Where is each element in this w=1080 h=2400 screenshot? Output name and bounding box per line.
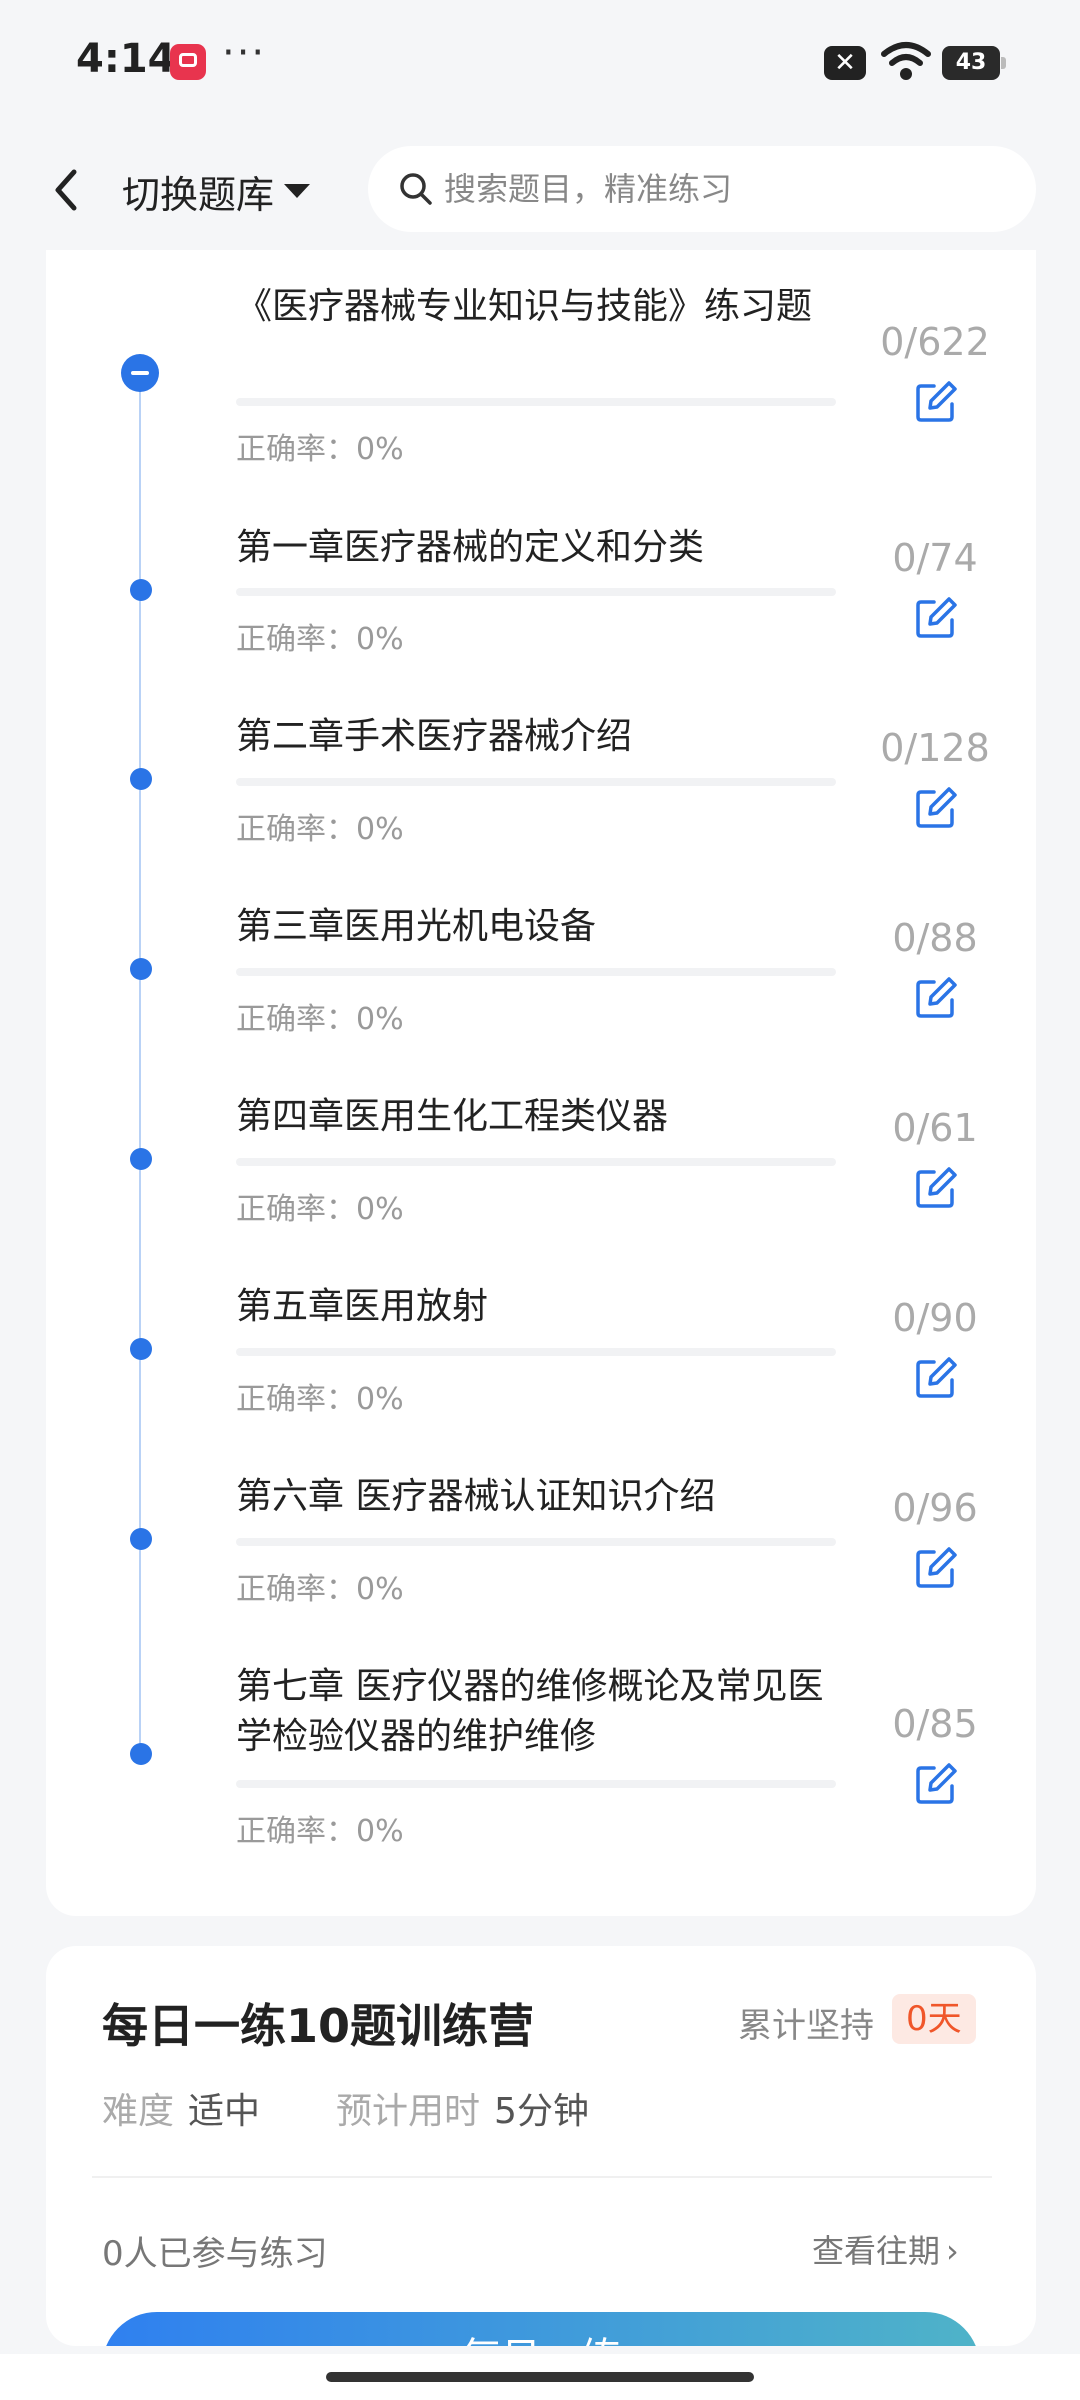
status-bar: 4:14 ··· ✕ 43 [0, 0, 1080, 130]
chapter-title: 第三章医用光机电设备 [236, 906, 597, 947]
timeline-node [130, 1338, 152, 1360]
switch-question-bank-button[interactable]: 切换题库 [122, 156, 311, 226]
streak-badge: 0天 [892, 1994, 976, 2044]
chapter-accuracy: 正确率：0% [236, 812, 404, 847]
time-label: 预计用时 [336, 2091, 481, 2132]
chapter-progress-bar [236, 1348, 836, 1356]
wifi-icon [880, 40, 932, 84]
edit-icon[interactable] [914, 976, 958, 1020]
start-daily-practice-button[interactable]: 每日一练 [102, 2312, 980, 2346]
participants-count: 0人已参与练习 [102, 2234, 328, 2274]
chapter-title: 第七章 医疗仪器的维修概论及常见医学检验仪器的维护维修 [236, 1666, 824, 1757]
time-value: 5分钟 [494, 2091, 589, 2132]
more-notifications-icon: ··· [222, 30, 267, 76]
collapse-node-icon[interactable] [121, 354, 159, 392]
chapter-count: 0/85 [892, 1702, 978, 1746]
chapter-progress-bar [236, 1780, 836, 1788]
switch-bank-label: 切换题库 [122, 172, 275, 217]
edit-icon[interactable] [914, 786, 958, 830]
chapter-count: 0/128 [880, 726, 990, 770]
chapter-accuracy: 正确率：0% [236, 1814, 404, 1849]
top-nav-bar: 切换题库 [0, 130, 1080, 250]
back-button[interactable] [40, 158, 96, 222]
search-bar[interactable] [368, 146, 1036, 232]
edit-icon[interactable] [914, 1166, 958, 1210]
timeline-node [130, 1148, 152, 1170]
edit-icon[interactable] [914, 1356, 958, 1400]
chapter-progress-bar [236, 398, 836, 406]
chapter-count: 0/61 [892, 1106, 978, 1150]
daily-practice-title: 每日一练10题训练营 [102, 1999, 535, 2053]
difficulty-label: 难度 [102, 2091, 175, 2132]
chapter-progress-bar [236, 778, 836, 786]
view-history-label: 查看往期 [812, 2232, 941, 2270]
timeline-node [130, 1743, 152, 1765]
caret-down-icon [284, 184, 311, 198]
home-indicator-area [0, 2354, 1080, 2400]
chapter-accuracy: 正确率：0% [236, 622, 404, 657]
view-history-link[interactable]: 查看往期 › [812, 2226, 959, 2272]
difficulty-value: 适中 [188, 2091, 261, 2132]
chapter-progress-bar [236, 968, 836, 976]
chapter-count: 0/96 [892, 1486, 978, 1530]
timeline-node [130, 579, 152, 601]
divider [92, 2176, 992, 2178]
chapter-count: 0/622 [880, 320, 990, 364]
chapter-title: 第二章手术医疗器械介绍 [236, 716, 633, 757]
timeline-node [130, 768, 152, 790]
chapter-progress-bar [236, 1158, 836, 1166]
timeline-node [130, 958, 152, 980]
chapter-title: 第五章医用放射 [236, 1286, 489, 1327]
search-input[interactable] [442, 169, 1006, 209]
home-indicator[interactable] [326, 2372, 754, 2382]
timeline-node [130, 1528, 152, 1550]
practice-meta: 难度 适中 预计用时 5分钟 [102, 2082, 589, 2134]
status-time: 4:14 [76, 36, 176, 82]
edit-icon[interactable] [914, 1762, 958, 1806]
chapter-progress-bar [236, 588, 836, 596]
app-notification-icon [170, 44, 206, 80]
chapter-title: 《医疗器械专业知识与技能》练习题 [236, 286, 813, 327]
chapter-count: 0/90 [892, 1296, 978, 1340]
chapter-accuracy: 正确率：0% [236, 432, 404, 467]
edit-icon[interactable] [914, 1546, 958, 1590]
chapter-accuracy: 正确率：0% [236, 1192, 404, 1227]
battery-icon: 43 [942, 46, 1006, 80]
edit-icon[interactable] [914, 380, 958, 424]
chapter-accuracy: 正确率：0% [236, 1002, 404, 1037]
daily-practice-card: 每日一练10题训练营 累计坚持 0天 难度 适中 预计用时 5分钟 0人已参与练习 查… [46, 1946, 1036, 2346]
chevron-right-icon: › [946, 2232, 959, 2270]
search-icon [400, 173, 432, 205]
chapter-accuracy: 正确率：0% [236, 1572, 404, 1607]
chapter-title: 第一章医疗器械的定义和分类 [236, 527, 705, 568]
close-badge-icon: ✕ [824, 46, 866, 80]
chapter-count: 0/74 [892, 536, 978, 580]
chapter-count: 0/88 [892, 916, 978, 960]
edit-icon[interactable] [914, 596, 958, 640]
chapter-title: 第六章 医疗器械认证知识介绍 [236, 1476, 716, 1517]
chapter-accuracy: 正确率：0% [236, 1382, 404, 1417]
streak-label: 累计坚持 [738, 2006, 874, 2046]
chapter-title: 第四章医用生化工程类仪器 [236, 1096, 669, 1137]
back-icon [55, 169, 77, 211]
chapter-progress-bar [236, 1538, 836, 1546]
